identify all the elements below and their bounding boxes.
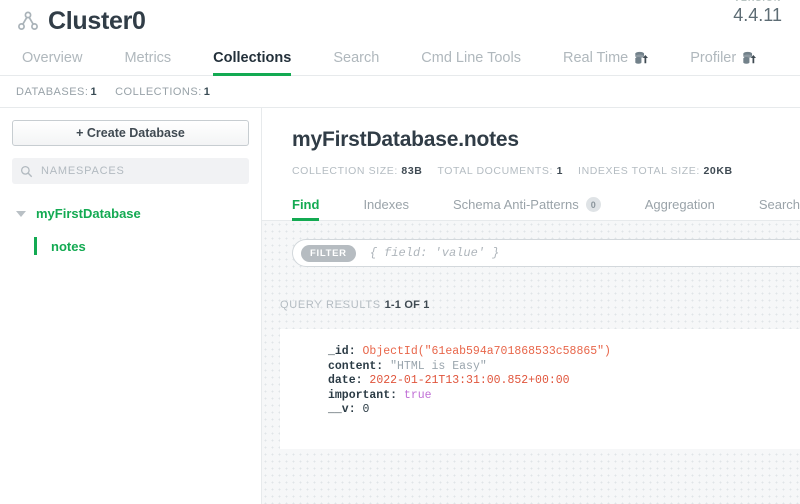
tab-metrics-label: Metrics — [124, 50, 172, 66]
tab-real-time-label: Real Time — [562, 50, 629, 66]
field-id-key: _id: — [328, 345, 356, 358]
collection-sub-tabs: Find Indexes Schema Anti-Patterns 0 Aggr… — [262, 191, 800, 221]
query-results-section: QUERY RESULTS 1-1 OF 1 _id: ObjectId("61… — [262, 283, 800, 504]
namespace-search-input[interactable] — [41, 165, 241, 177]
stat-collection-size: COLLECTION SIZE: 83B — [292, 165, 422, 177]
field-important-value: true — [403, 388, 432, 402]
field-date-value: 2022-01-21T13:31:00.852+00:00 — [369, 374, 570, 387]
document-field-date: date: 2022-01-21T13:31:00.852+00:00 — [328, 374, 800, 389]
version-label: VERSION — [733, 0, 782, 4]
page-title: myFirstDatabase.notes — [292, 128, 519, 151]
collection-stats: COLLECTION SIZE: 83B TOTAL DOCUMENTS: 1 … — [292, 165, 800, 177]
subtab-schema-anti-patterns[interactable]: Schema Anti-Patterns 0 — [453, 197, 601, 220]
field-v-key: __v: — [328, 403, 356, 416]
atlas-collections-page: Cluster0 VERSION 4.4.11 Overview Metrics… — [0, 0, 800, 504]
tree-database-myfirstdatabase[interactable]: myFirstDatabase — [12, 202, 249, 225]
cluster-stats-bar: DATABASES: 1 COLLECTIONS: 1 — [0, 76, 800, 108]
stat-indexes-total-size: INDEXES TOTAL SIZE: 20KB — [578, 165, 733, 177]
document-field-v: __v: 0 — [328, 403, 800, 418]
tab-metrics[interactable]: Metrics — [124, 50, 171, 75]
tab-real-time[interactable]: Real Time — [562, 50, 649, 75]
stat-databases: DATABASES: 1 — [16, 86, 97, 98]
stat-collections-value: 1 — [203, 85, 211, 98]
document-field-content: content: "HTML is Easy" — [328, 360, 800, 375]
tab-cmd-line-tools[interactable]: Cmd Line Tools — [421, 50, 521, 75]
create-database-button[interactable]: + Create Database — [12, 120, 249, 146]
collection-main-panel: myFirstDatabase.notes COLLECTION SIZE: 8… — [262, 108, 800, 504]
stat-indexes-total-size-value: 20KB — [703, 165, 733, 177]
subtab-indexes[interactable]: Indexes — [363, 197, 409, 220]
query-results-label: QUERY RESULTS — [280, 299, 381, 311]
document-card[interactable]: _id: ObjectId("61eab594a701868533c58865"… — [280, 329, 800, 449]
tab-collections[interactable]: Collections — [213, 50, 292, 76]
tab-overview[interactable]: Overview — [22, 50, 82, 75]
tree-database-label: myFirstDatabase — [36, 206, 141, 221]
stat-databases-label: DATABASES: — [16, 85, 89, 98]
stat-collections: COLLECTIONS: 1 — [115, 86, 210, 98]
active-collection-indicator — [34, 237, 37, 255]
field-content-value: "HTML is Easy" — [390, 359, 487, 373]
version-value: 4.4.11 — [733, 4, 782, 25]
document-field-id: _id: ObjectId("61eab594a701868533c58865"… — [328, 345, 800, 360]
stat-collection-size-value: 83B — [401, 165, 423, 177]
stat-total-documents-label: TOTAL DOCUMENTS: — [437, 165, 554, 177]
query-results-header: QUERY RESULTS 1-1 OF 1 — [262, 299, 800, 311]
tab-cmd-line-tools-label: Cmd Line Tools — [421, 50, 521, 66]
filter-bar[interactable]: FILTER — [292, 239, 800, 267]
query-results-range: 1-1 OF 1 — [384, 299, 430, 311]
stat-total-documents-value: 1 — [556, 165, 564, 177]
subtab-aggregation[interactable]: Aggregation — [645, 197, 715, 220]
tab-search[interactable]: Search — [333, 50, 379, 75]
tab-search-label: Search — [333, 50, 380, 66]
filter-input[interactable] — [369, 246, 800, 260]
cluster-title: Cluster0 — [48, 6, 146, 35]
stat-databases-value: 1 — [90, 85, 98, 98]
namespace-search[interactable] — [12, 158, 249, 184]
field-date-key: date: — [328, 374, 363, 387]
subtab-schema-anti-patterns-label: Schema Anti-Patterns — [452, 197, 579, 212]
database-upgrade-icon — [743, 51, 757, 64]
field-id-value: ObjectId("61eab594a701868533c58865") — [362, 345, 611, 358]
tab-profiler-label: Profiler — [690, 50, 737, 66]
cluster-nav-tabs: Overview Metrics Collections Search Cmd … — [0, 42, 800, 76]
subtab-find-label: Find — [292, 197, 320, 212]
database-upgrade-icon — [635, 51, 649, 64]
chevron-down-icon[interactable] — [16, 210, 26, 217]
tree-collection-notes[interactable]: notes — [34, 237, 249, 255]
document-field-important: important: true — [328, 389, 800, 404]
filter-zone: FILTER — [262, 221, 800, 283]
subtab-search-indexes-label: Search I — [758, 197, 800, 212]
field-important-key: important: — [328, 388, 398, 402]
tab-collections-label: Collections — [213, 50, 292, 66]
field-content-key: content: — [328, 359, 384, 373]
filter-pill-label: FILTER — [301, 244, 356, 262]
cluster-version: VERSION 4.4.11 — [733, 0, 782, 26]
cluster-header: Cluster0 VERSION 4.4.11 — [0, 0, 800, 42]
schema-anti-patterns-count: 0 — [585, 197, 601, 212]
tree-collection-label: notes — [51, 238, 86, 254]
cluster-node-icon — [18, 11, 38, 30]
page-body: + Create Database myFirstDatabase notes — [0, 108, 800, 504]
search-icon — [20, 165, 33, 177]
field-v-value: 0 — [362, 403, 370, 416]
tab-profiler[interactable]: Profiler — [690, 50, 757, 75]
subtab-search-indexes[interactable]: Search I — [759, 197, 800, 220]
subtab-find[interactable]: Find — [292, 197, 320, 221]
stat-collection-size-label: COLLECTION SIZE: — [292, 165, 398, 177]
collection-header: myFirstDatabase.notes COLLECTION SIZE: 8… — [262, 108, 800, 177]
namespace-sidebar: + Create Database myFirstDatabase notes — [0, 108, 262, 504]
tab-overview-label: Overview — [22, 50, 83, 66]
subtab-indexes-label: Indexes — [363, 197, 409, 212]
stat-collections-label: COLLECTIONS: — [115, 85, 202, 98]
stat-total-documents: TOTAL DOCUMENTS: 1 — [437, 165, 563, 177]
subtab-aggregation-label: Aggregation — [644, 197, 715, 212]
stat-indexes-total-size-label: INDEXES TOTAL SIZE: — [578, 165, 700, 177]
namespace-tree: myFirstDatabase notes — [12, 202, 249, 255]
